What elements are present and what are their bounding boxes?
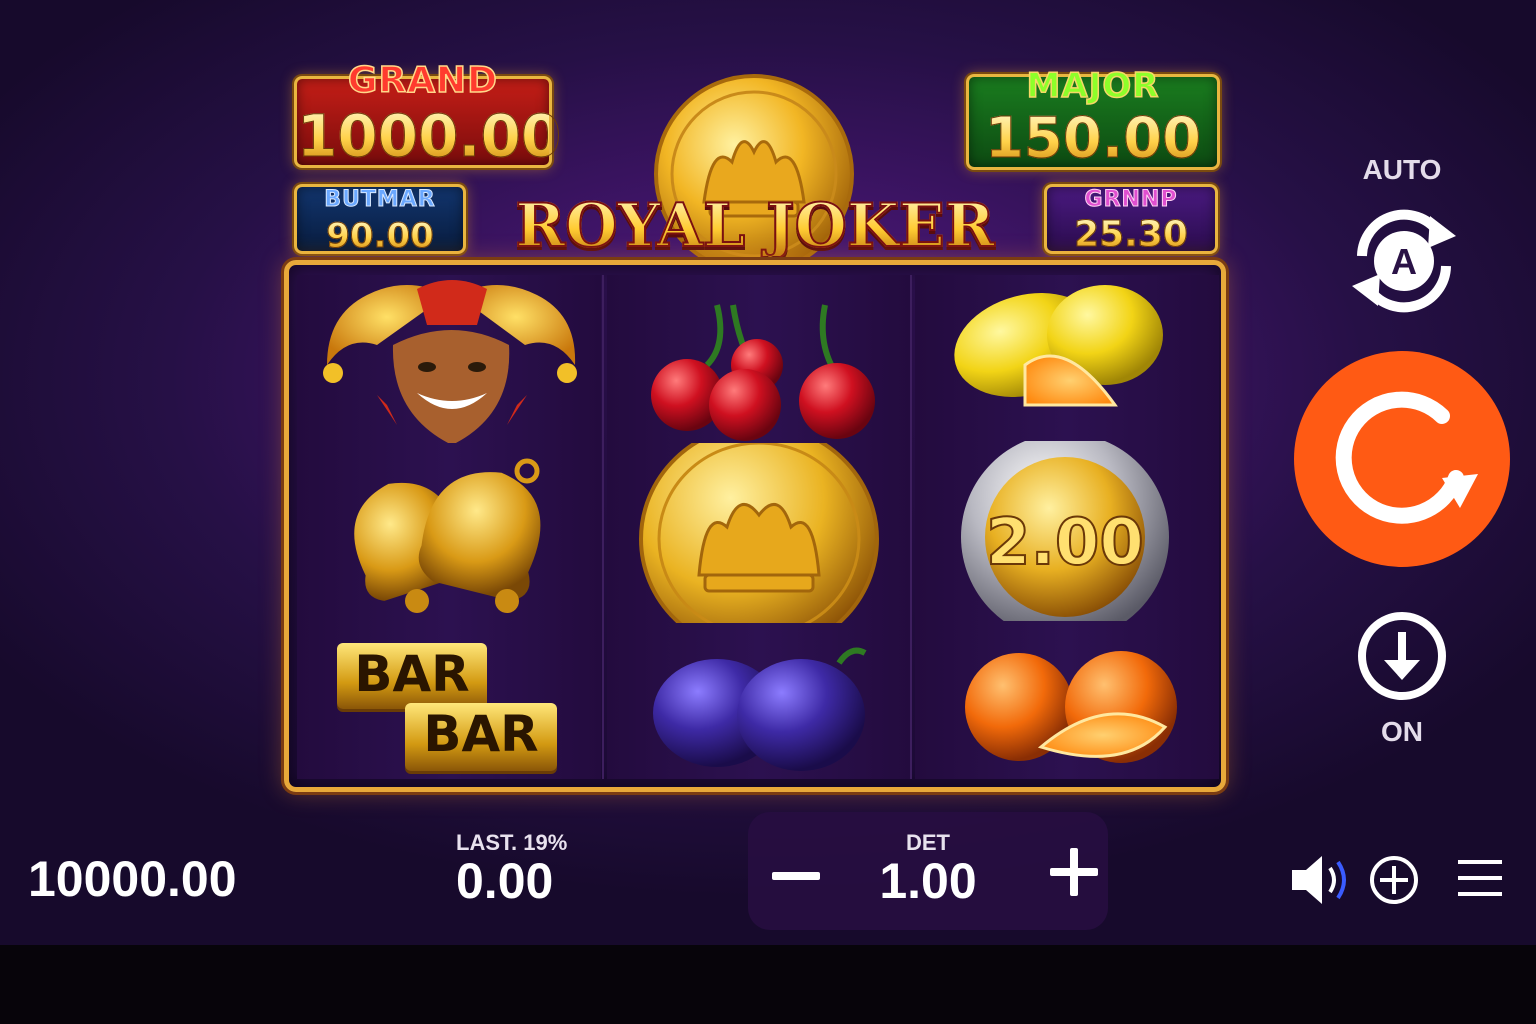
jackpot-mini-value: 25.30 bbox=[1047, 216, 1215, 253]
balance-value: 10000.00 bbox=[28, 851, 237, 907]
jackpot-grand-label: GRAND bbox=[347, 60, 499, 101]
jackpot-minor: BUTMAR 90.00 bbox=[294, 184, 466, 254]
bar-plate-bottom: BAR bbox=[405, 703, 557, 771]
autoplay-label: AUTO bbox=[1362, 154, 1442, 185]
jackpot-minor-label: BUTMAR bbox=[324, 187, 436, 212]
bonus-coin-symbol: 2.00 bbox=[915, 441, 1219, 621]
lemons-symbol bbox=[915, 275, 1219, 443]
game-title: ROYAL JOKER bbox=[480, 195, 1030, 257]
cherries-symbol bbox=[607, 275, 911, 443]
plums-symbol bbox=[607, 623, 911, 791]
spin-button[interactable] bbox=[1292, 350, 1512, 568]
jackpot-grand: GRAND 1000.00 bbox=[294, 62, 562, 170]
reel-divider bbox=[910, 275, 912, 779]
jackpot-mini-label: GRNNP bbox=[1084, 187, 1178, 212]
reel-2 bbox=[607, 275, 911, 779]
crown-coin-icon bbox=[639, 443, 879, 623]
jackpot-major-value: 150.00 bbox=[969, 110, 1217, 167]
crown-coin-symbol bbox=[607, 443, 911, 623]
joker-symbol bbox=[297, 275, 601, 443]
turbo-label: ON bbox=[1381, 716, 1423, 747]
reel-divider bbox=[602, 275, 604, 779]
jackpot-major: MAJOR 150.00 bbox=[966, 68, 1220, 170]
sound-icon[interactable] bbox=[1288, 852, 1352, 908]
jackpot-major-label: MAJOR bbox=[1026, 66, 1160, 106]
reel-3: 2.00 bbox=[915, 275, 1219, 779]
bet-increase-button[interactable] bbox=[1044, 842, 1104, 902]
bet-panel: DET 1.00 bbox=[748, 812, 1108, 930]
autoplay-icon[interactable]: A bbox=[1338, 200, 1470, 320]
autoplay-letter-icon: A bbox=[1391, 241, 1417, 282]
cherries-icon bbox=[651, 304, 875, 441]
joker-icon bbox=[323, 280, 577, 443]
oranges-symbol bbox=[915, 623, 1219, 791]
bells-symbol bbox=[297, 451, 601, 619]
menu-icon[interactable] bbox=[1458, 858, 1502, 900]
jackpot-minor-value: 90.00 bbox=[297, 219, 463, 254]
bells-icon bbox=[354, 458, 541, 613]
lemons-icon bbox=[954, 285, 1163, 407]
oranges-icon bbox=[965, 651, 1177, 763]
bar-bar-symbol: BAR BAR bbox=[297, 623, 601, 791]
bar-label-bottom: BAR bbox=[423, 705, 539, 763]
turbo-toggle[interactable] bbox=[1356, 610, 1448, 702]
reel-frame: BAR BAR 2.00 bbox=[284, 260, 1226, 792]
bonus-coin-value: 2.00 bbox=[985, 506, 1145, 580]
bottom-strip bbox=[0, 945, 1536, 1024]
info-icon[interactable] bbox=[1368, 854, 1420, 906]
last-win-value: 0.00 bbox=[456, 853, 554, 909]
jackpot-mini: GRNNP 25.30 bbox=[1044, 184, 1218, 254]
bar-label-top: BAR bbox=[354, 645, 470, 703]
jackpot-grand-value: 1000.00 bbox=[297, 102, 562, 170]
bar-plate-top: BAR bbox=[337, 643, 487, 709]
plums-icon bbox=[653, 647, 867, 771]
plus-icon bbox=[1050, 848, 1098, 896]
reel-1: BAR BAR bbox=[297, 275, 601, 779]
